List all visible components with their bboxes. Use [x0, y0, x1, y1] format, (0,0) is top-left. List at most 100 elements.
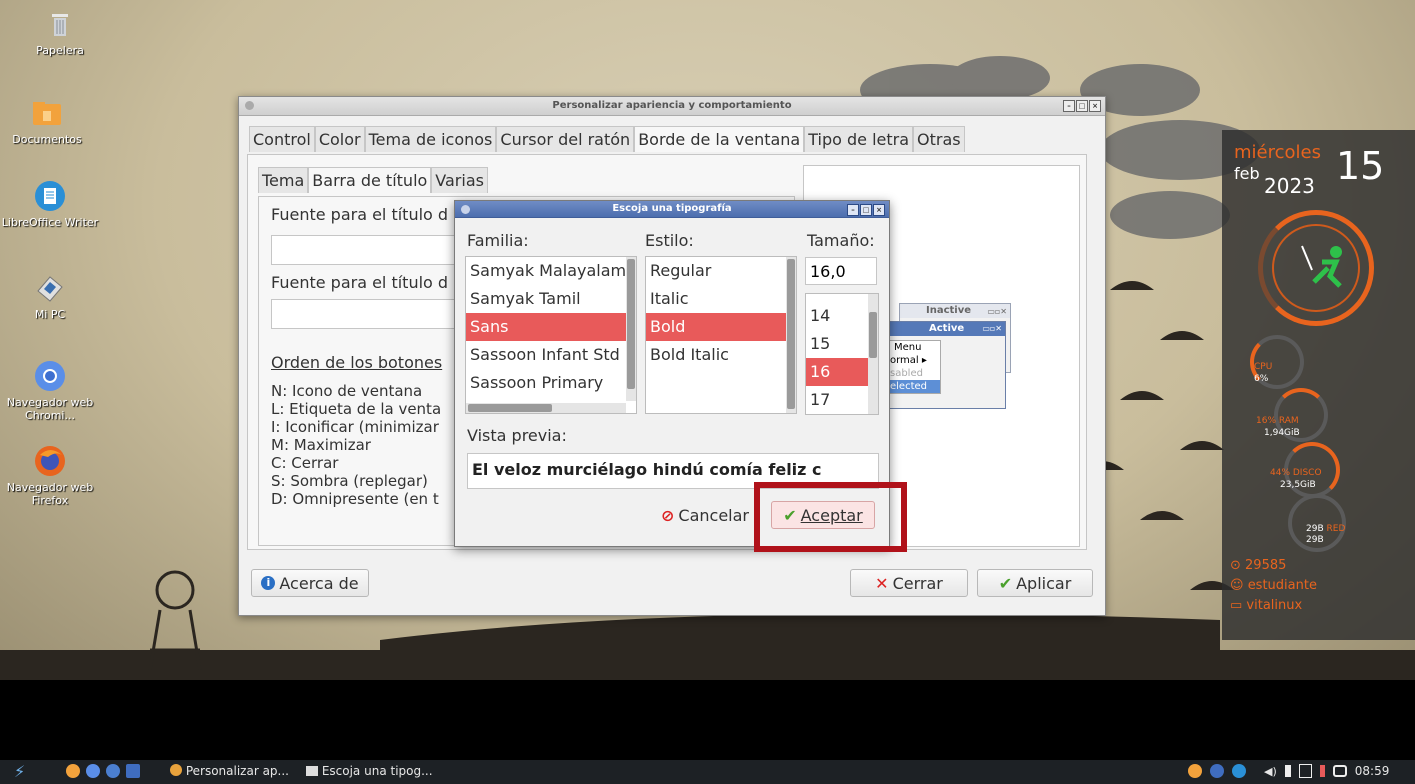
- clipboard-icon[interactable]: [1298, 764, 1312, 778]
- window-task-icon: [306, 766, 318, 776]
- tab-font[interactable]: Tipo de letra: [804, 126, 914, 152]
- tab-icon-theme[interactable]: Tema de iconos: [364, 126, 497, 152]
- year-text: 2023: [1264, 174, 1315, 198]
- style-item[interactable]: Regular: [646, 257, 796, 285]
- dialog-titlebar[interactable]: Escoja una tipografía – □ ×: [455, 201, 889, 218]
- task-font-chooser[interactable]: Escoja una tipog...: [306, 764, 433, 778]
- desktop-background: Papelera Documentos LibreOffice Writer M…: [0, 0, 1415, 680]
- desktop-icon-label: LibreOffice Writer: [1, 216, 99, 229]
- apply-button-label: Aplicar: [1016, 573, 1072, 593]
- subtab-titlebar[interactable]: Barra de título: [308, 167, 432, 193]
- disk-label: 44% DISCO: [1270, 468, 1322, 478]
- style-vscrollbar[interactable]: [786, 257, 796, 413]
- tab-other[interactable]: Otras: [913, 126, 965, 152]
- network-icon[interactable]: [1332, 765, 1347, 777]
- apply-button[interactable]: ✔ Aplicar: [977, 569, 1093, 597]
- update-tray-icon[interactable]: [1232, 764, 1246, 778]
- power-icon[interactable]: [1319, 765, 1325, 777]
- uptime-value: 29585: [1245, 558, 1287, 573]
- tab-control[interactable]: Control: [249, 126, 315, 152]
- family-item[interactable]: Sassoon Primary: [466, 369, 636, 397]
- preview-inactive-title: Inactive: [926, 305, 972, 316]
- start-menu-icon[interactable]: ⚡: [14, 762, 38, 782]
- tab-color[interactable]: Color: [314, 126, 365, 152]
- battery-icon[interactable]: [1284, 765, 1291, 777]
- about-button-label: Acerca de: [279, 573, 359, 593]
- family-item[interactable]: Samyak Malayalam: [466, 257, 636, 285]
- maximize-button[interactable]: □: [1076, 100, 1088, 112]
- monitor-launcher-icon[interactable]: [106, 764, 120, 778]
- preview-item-disabled: sabled: [890, 368, 923, 379]
- desktop-icon-my-pc[interactable]: Mi PC: [0, 272, 100, 321]
- family-hscrollbar[interactable]: [466, 403, 626, 413]
- style-item-selected[interactable]: Bold: [646, 313, 796, 341]
- task-settings[interactable]: Personalizar ap...: [170, 764, 289, 778]
- window-controls: – □ ×: [1063, 100, 1101, 112]
- family-item-selected[interactable]: Sans: [466, 313, 636, 341]
- desktop-icon-chromium[interactable]: Navegador web Chromi...: [0, 360, 105, 422]
- subtab-misc[interactable]: Varias: [431, 167, 488, 193]
- preview-active-title: Active: [929, 323, 965, 334]
- ram-label: 16% RAM: [1256, 416, 1299, 426]
- style-label: Estilo:: [645, 231, 694, 250]
- system-tray: ◀) 08:59: [1188, 764, 1389, 778]
- desktop-icon-firefox[interactable]: Navegador web Firefox: [0, 445, 105, 507]
- about-button[interactable]: i Acerca de: [251, 569, 369, 597]
- legend-line: I: Iconificar (minimizar: [271, 418, 439, 436]
- main-tabs: Control Color Tema de iconos Cursor del …: [239, 116, 1105, 152]
- preview-item-selected: elected: [890, 380, 940, 393]
- style-item[interactable]: Bold Italic: [646, 341, 796, 369]
- checkmark-icon: ✔: [998, 573, 1013, 593]
- cancel-button-label: Cancelar: [678, 505, 749, 525]
- dialog-maximize-button[interactable]: □: [860, 204, 872, 216]
- close-window-button[interactable]: ×: [1089, 100, 1101, 112]
- preview-text: El veloz murciélago hindú comía feliz c: [472, 460, 822, 479]
- size-vscrollbar[interactable]: [868, 294, 878, 414]
- desktop-launcher-icon[interactable]: [126, 764, 140, 778]
- dialog-minimize-button[interactable]: –: [847, 204, 859, 216]
- taskbar: ⚡ Personalizar ap... Escoja una tipog...…: [0, 760, 1415, 784]
- notes-tray-icon[interactable]: [1210, 764, 1224, 778]
- close-button[interactable]: ✕ Cerrar: [850, 569, 968, 597]
- writer-icon: [34, 180, 66, 212]
- style-item[interactable]: Italic: [646, 285, 796, 313]
- files-launcher-icon[interactable]: [66, 764, 80, 778]
- trash-icon: [44, 8, 76, 40]
- active-title-font-label: Fuente para el título d: [271, 205, 449, 224]
- minimize-button[interactable]: –: [1063, 100, 1075, 112]
- desktop-icon-writer[interactable]: LibreOffice Writer: [0, 180, 105, 229]
- family-vscrollbar[interactable]: [626, 257, 636, 401]
- computer-icon: [34, 272, 66, 304]
- size-list[interactable]: 14 15 16 17: [805, 293, 879, 415]
- family-item[interactable]: Samyak Tamil: [466, 285, 636, 313]
- uptime-row: ⊙ 29585: [1230, 558, 1287, 573]
- family-item[interactable]: Sassoon Infant Std: [466, 341, 636, 369]
- desktop-icon-trash[interactable]: Papelera: [10, 8, 110, 57]
- user-row: ☺ estudiante: [1230, 578, 1317, 593]
- cancel-button[interactable]: ⊘ Cancelar: [655, 501, 755, 529]
- desktop-icon-label: Navegador web Firefox: [6, 481, 94, 507]
- day-text: 15: [1336, 144, 1385, 188]
- tab-mouse-cursor[interactable]: Cursor del ratón: [496, 126, 635, 152]
- browser-launcher-icon[interactable]: [86, 764, 100, 778]
- inactive-title-font-label: Fuente para el título d: [271, 273, 449, 292]
- highlight-box: [754, 482, 907, 552]
- family-list[interactable]: Samyak Malayalam Samyak Tamil Sans Sasso…: [465, 256, 637, 414]
- size-vscroll-thumb[interactable]: [869, 312, 877, 358]
- size-input[interactable]: 16,0: [805, 257, 877, 285]
- style-vscroll-thumb[interactable]: [787, 259, 795, 409]
- dialog-close-button[interactable]: ×: [873, 204, 885, 216]
- style-list[interactable]: Regular Italic Bold Bold Italic: [645, 256, 797, 414]
- user-tray-icon[interactable]: [1188, 764, 1202, 778]
- subtab-theme[interactable]: Tema: [258, 167, 309, 193]
- family-vscroll-thumb[interactable]: [627, 259, 635, 389]
- cpu-label: CPU: [1254, 362, 1273, 372]
- clock-text[interactable]: 08:59: [1355, 764, 1390, 778]
- task-label: Escoja una tipog...: [321, 764, 433, 778]
- volume-icon[interactable]: ◀): [1264, 765, 1277, 778]
- tab-window-border[interactable]: Borde de la ventana: [634, 126, 805, 152]
- window-titlebar[interactable]: Personalizar apariencia y comportamiento…: [239, 97, 1105, 116]
- preview-menu-label: Menu: [894, 342, 922, 353]
- desktop-icon-documents[interactable]: Documentos: [0, 97, 97, 146]
- family-hscroll-thumb[interactable]: [468, 404, 552, 412]
